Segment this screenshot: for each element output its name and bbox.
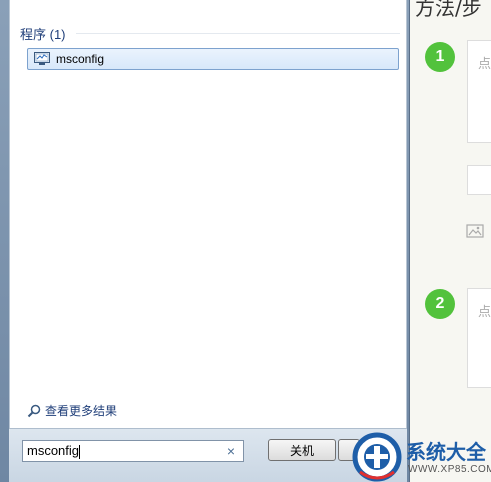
start-menu: 程序 (1) msconfig 查看更多结果 [0,0,410,482]
watermark-url: WWW.XP85.COM [408,464,491,475]
shutdown-button[interactable]: 关机 [268,439,336,461]
step-1-box[interactable]: 点 [467,40,491,143]
search-input[interactable]: msconfig × [22,440,244,462]
step-2-placeholder: 点 [478,304,491,319]
clear-search-icon[interactable]: × [223,443,239,459]
step-1-small-box[interactable] [467,165,491,195]
result-item-label: msconfig [56,52,105,66]
see-more-results-label: 查看更多结果 [45,404,118,418]
step-1-placeholder: 点 [478,56,491,71]
start-menu-results-pane: 程序 (1) msconfig 查看更多结果 [9,0,407,428]
section-header-programs: 程序 (1) [20,27,66,42]
section-divider [76,33,400,34]
result-item-msconfig[interactable]: msconfig [27,48,399,70]
watermark-logo-icon [352,432,402,482]
article-heading: 方法/步 [415,0,482,20]
search-icon [27,404,41,417]
watermark-name: 系统大全 [406,440,486,464]
msconfig-app-icon [34,52,50,65]
step-2-box[interactable]: 点 [467,288,491,388]
see-more-results-link[interactable]: 查看更多结果 [27,402,117,419]
step-1-badge: 1 [425,42,455,72]
image-upload-icon[interactable] [466,224,486,240]
search-input-value: msconfig [27,443,81,459]
step-2-badge: 2 [425,289,455,319]
